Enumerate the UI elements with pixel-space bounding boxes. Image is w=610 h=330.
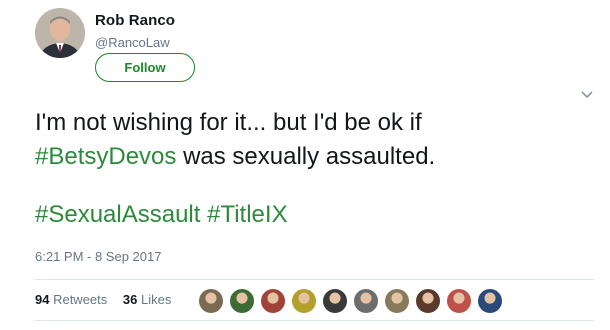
tweet-stats: 94 Retweets 36 Likes [35,292,183,307]
follow-button[interactable]: Follow [95,53,195,82]
avatar-photo-icon [35,8,85,58]
tweet-line-2: #BetsyDevos was sexually assaulted. [35,140,595,174]
liker-avatar-icon[interactable] [477,288,503,314]
tweet-line-2-text: was sexually assaulted. [176,143,436,170]
hashtag-titleix[interactable]: #TitleIX [207,201,287,228]
tweet-hashtags-line: #SexualAssault #TitleIX [35,198,595,232]
tweet-card: Rob Ranco @RancoLaw Follow I'm not wishi… [0,0,610,330]
retweets-stat[interactable]: 94 Retweets [35,292,107,307]
divider [35,320,595,321]
liker-avatar-icon[interactable] [229,288,255,314]
avatar[interactable] [35,8,85,58]
hashtag-sexualassault[interactable]: #SexualAssault [35,201,200,228]
chevron-down-icon[interactable] [580,90,594,100]
liker-avatar-icon[interactable] [446,288,472,314]
display-name[interactable]: Rob Ranco [95,12,175,29]
liker-avatar-icon[interactable] [415,288,441,314]
likes-stat[interactable]: 36 Likes [123,292,171,307]
liker-avatar-icon[interactable] [198,288,224,314]
hashtag-betsydevos[interactable]: #BetsyDevos [35,143,176,170]
likes-label: Likes [137,292,172,307]
liker-avatar-icon[interactable] [260,288,286,314]
user-handle[interactable]: @RancoLaw [95,35,170,50]
liker-avatar-icon[interactable] [291,288,317,314]
retweets-count: 94 [35,292,50,307]
liker-avatar-icon[interactable] [384,288,410,314]
retweets-label: Retweets [49,292,108,307]
liker-avatar-icon[interactable] [353,288,379,314]
liker-avatars [198,288,508,314]
likes-count: 36 [122,292,138,307]
liker-avatar-icon[interactable] [322,288,348,314]
timestamp[interactable]: 6:21 PM - 8 Sep 2017 [35,249,161,264]
tweet-text: I'm not wishing for it... but I'd be ok … [35,106,595,232]
tweet-line-1: I'm not wishing for it... but I'd be ok … [35,109,422,136]
divider [35,279,595,280]
